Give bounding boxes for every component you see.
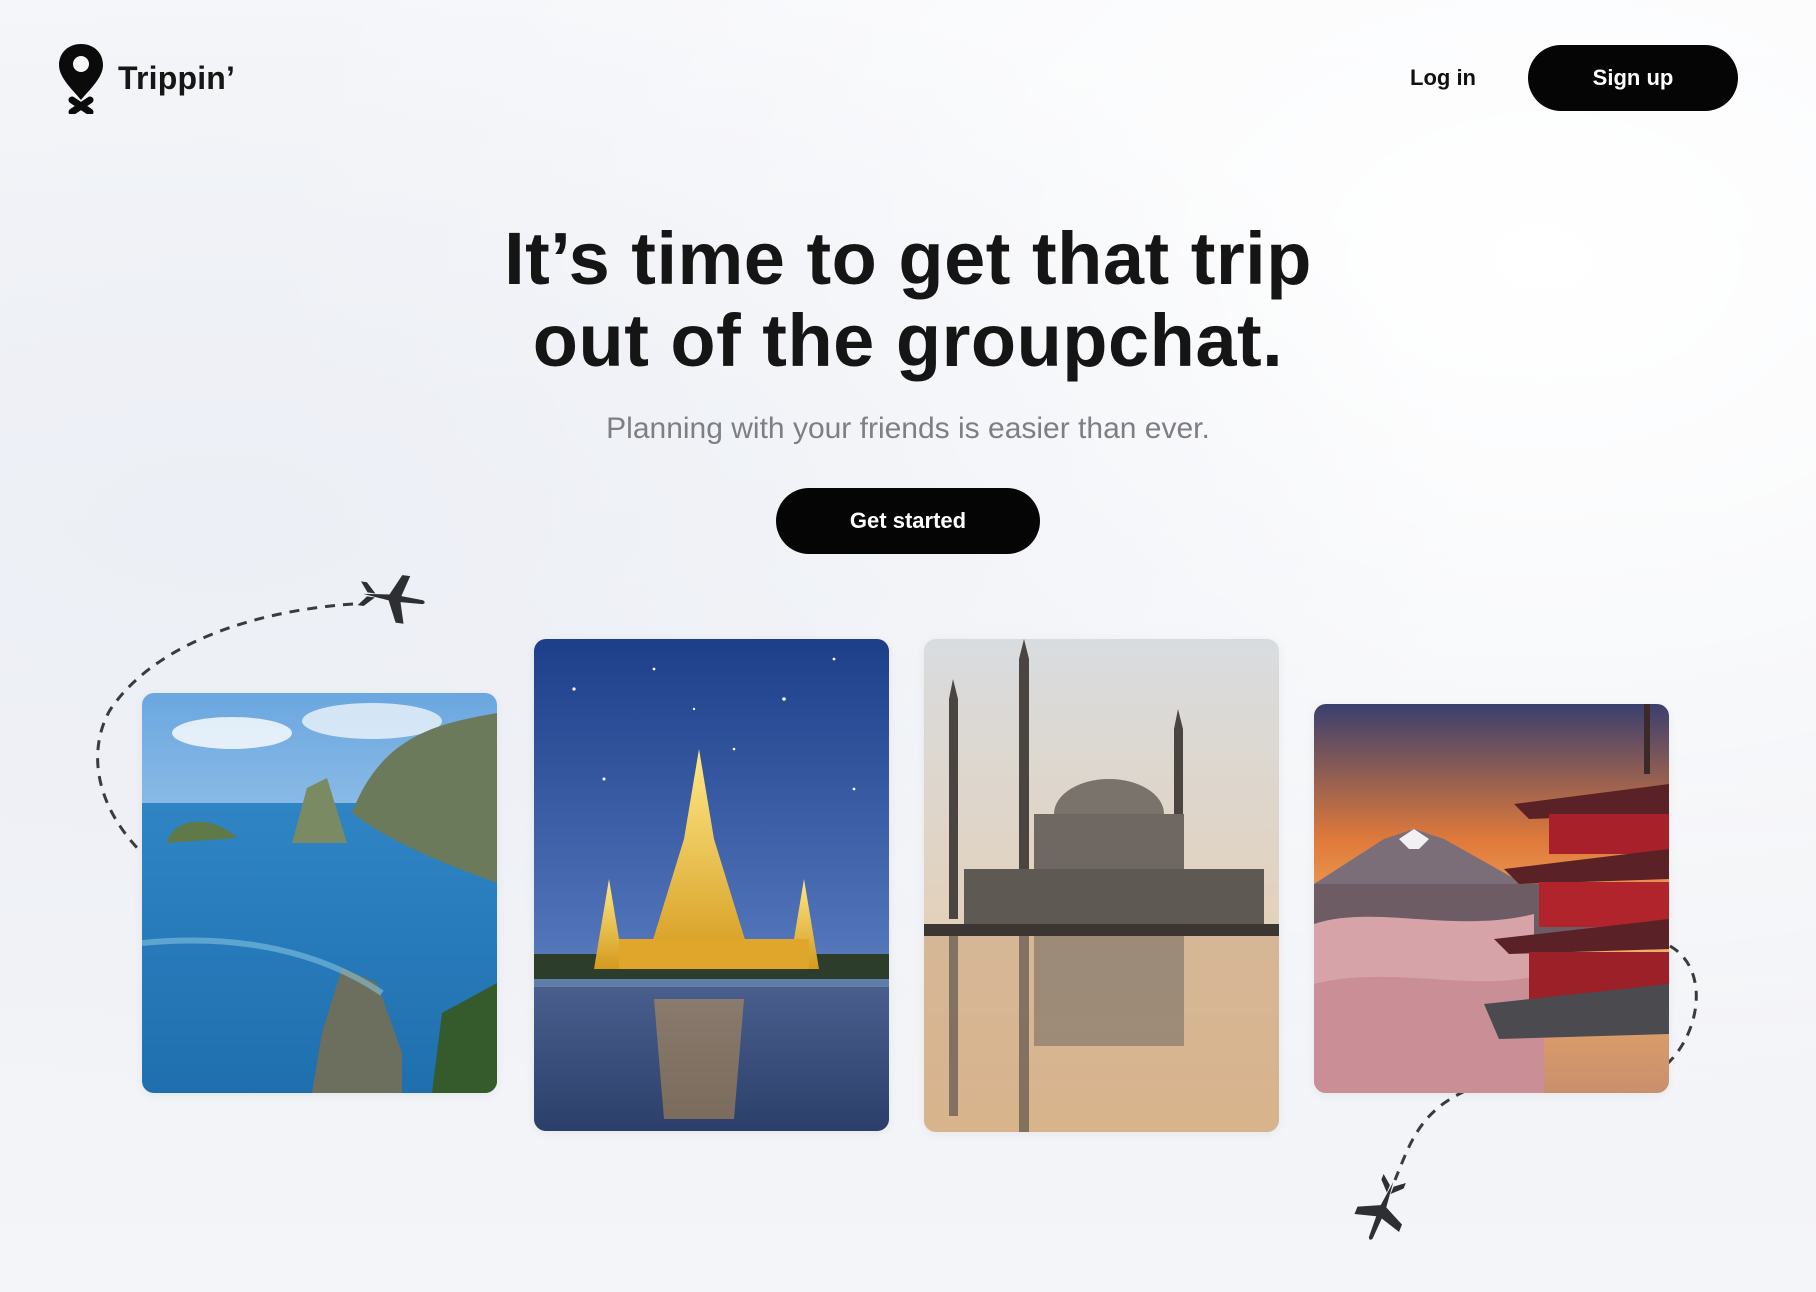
airplane-icon xyxy=(357,575,425,624)
mosque-photo xyxy=(924,639,1279,1132)
hero-subheadline: Planning with your friends is easier tha… xyxy=(606,412,1210,445)
temple-photo xyxy=(534,639,889,1131)
hero-headline: It’s time to get that trip out of the gr… xyxy=(0,218,1816,382)
login-link[interactable]: Log in xyxy=(1410,65,1476,91)
top-nav: Log in Sign up xyxy=(1410,45,1738,111)
signup-button[interactable]: Sign up xyxy=(1528,45,1738,111)
destination-card-coast[interactable] xyxy=(142,693,497,1093)
brand-name: Trippin’ xyxy=(118,59,236,96)
pagoda-photo xyxy=(1314,704,1669,1093)
location-pin-icon xyxy=(59,44,103,114)
airplane-icon xyxy=(1354,1173,1406,1240)
headline-line-1: It’s time to get that trip xyxy=(504,217,1312,300)
destination-card-mosque[interactable] xyxy=(924,639,1279,1132)
destination-card-pagoda[interactable] xyxy=(1314,704,1669,1093)
headline-line-2: out of the groupchat. xyxy=(532,299,1284,382)
get-started-button[interactable]: Get started xyxy=(776,488,1040,554)
brand-logo[interactable]: Trippin’ xyxy=(56,42,235,114)
hero-section: It’s time to get that trip out of the gr… xyxy=(0,218,1816,554)
destination-card-temple[interactable] xyxy=(534,639,889,1131)
flight-path-decoration xyxy=(96,575,1698,1240)
coast-photo xyxy=(142,693,497,1093)
